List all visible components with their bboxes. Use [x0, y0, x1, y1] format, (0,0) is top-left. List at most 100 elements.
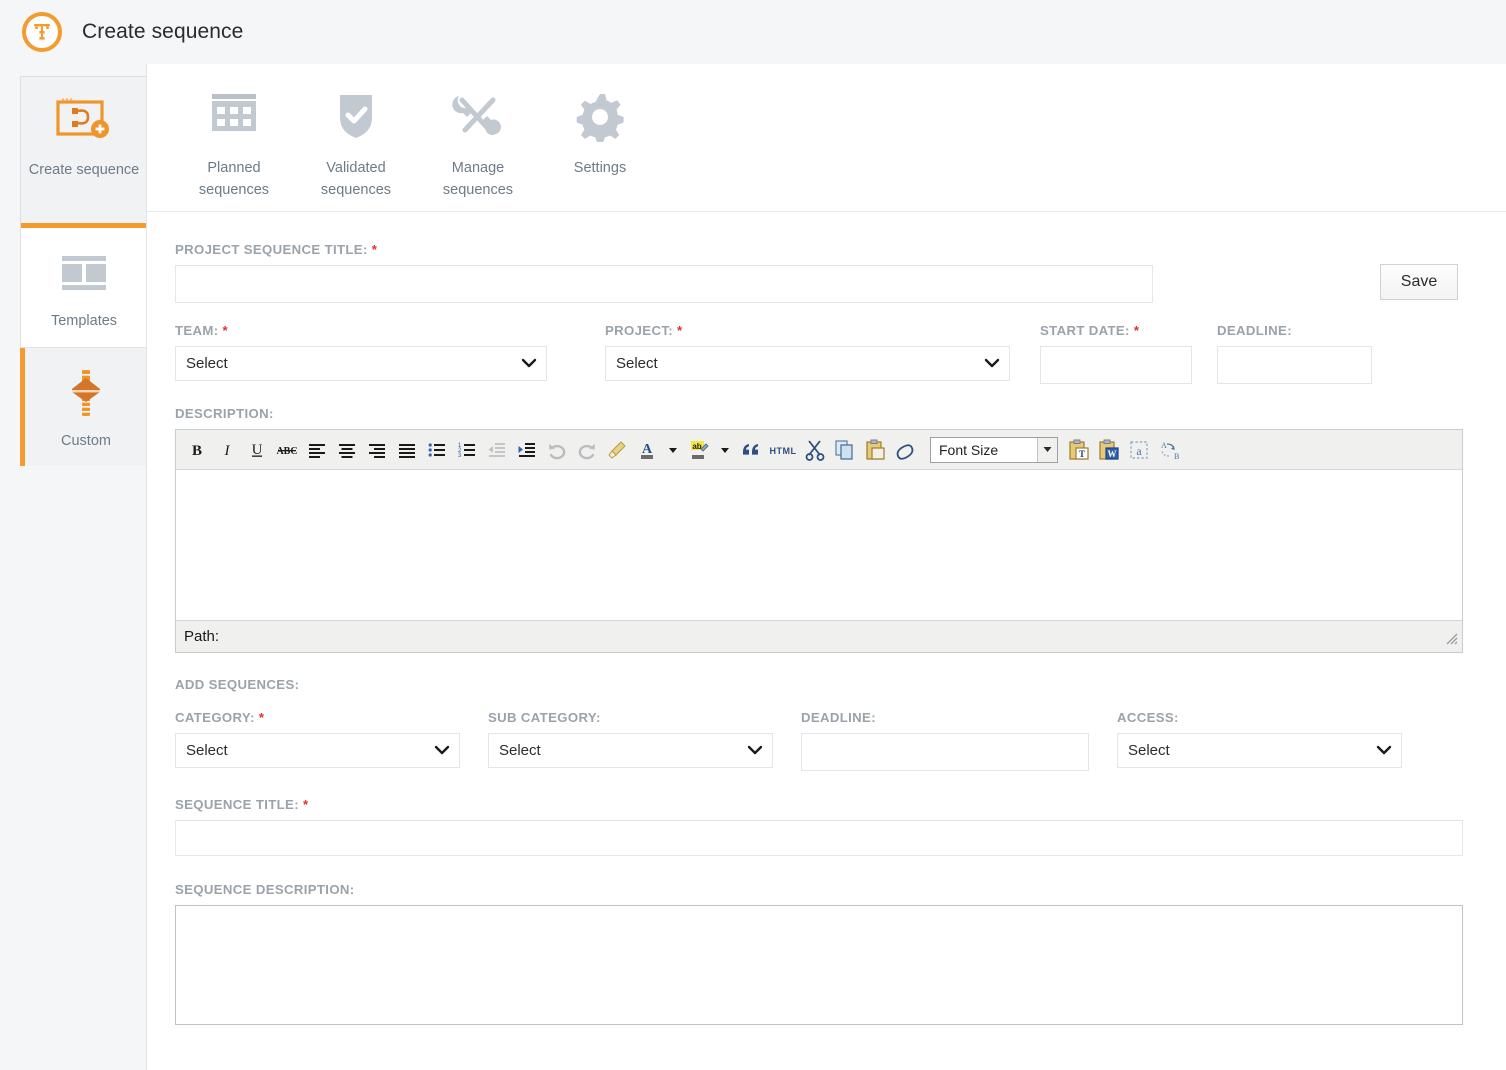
- create-sequence-form: PROJECT SEQUENCE TITLE: * Save TEAM: *: [147, 212, 1506, 1030]
- bold-icon[interactable]: B: [182, 435, 212, 465]
- italic-icon[interactable]: I: [212, 435, 242, 465]
- font-size-select[interactable]: Font Size: [930, 437, 1058, 463]
- clear-formatting-broom-icon[interactable]: [602, 435, 632, 465]
- rich-text-editor: B I U ABC: [175, 429, 1463, 653]
- toolbar-item-manage-sequences[interactable]: Manage sequences: [417, 86, 539, 202]
- sequence-description-textarea[interactable]: [175, 905, 1463, 1025]
- label-text: PROJECT SEQUENCE TITLE:: [175, 242, 368, 257]
- resize-grip-icon[interactable]: [1443, 630, 1459, 650]
- text-color-dropdown-icon[interactable]: [662, 435, 684, 465]
- label-text: SEQUENCE TITLE:: [175, 797, 299, 812]
- start-date-input[interactable]: [1040, 346, 1192, 384]
- svg-text:ABC: ABC: [276, 446, 297, 457]
- sidebar-item-label: Create sequence: [23, 159, 145, 193]
- toolbar-item-settings[interactable]: Settings: [539, 86, 661, 180]
- underline-icon[interactable]: U: [242, 435, 272, 465]
- redo-icon[interactable]: [572, 435, 602, 465]
- outdent-icon[interactable]: [482, 435, 512, 465]
- paste-as-text-icon[interactable]: T: [1064, 435, 1094, 465]
- sidebar-item-custom[interactable]: Custom: [20, 348, 147, 466]
- page-body: Create sequence Templates: [0, 64, 1506, 1070]
- category-label: CATEGORY: *: [175, 710, 460, 725]
- project-sequence-title-input[interactable]: [175, 265, 1153, 303]
- deadline-label: DEADLINE:: [1217, 323, 1372, 338]
- numbered-list-icon[interactable]: 123: [452, 435, 482, 465]
- align-left-icon[interactable]: [302, 435, 332, 465]
- calendar-grid-icon: [204, 86, 264, 146]
- editor-path-label: Path:: [184, 628, 219, 645]
- text-color-icon[interactable]: A: [632, 435, 662, 465]
- paste-from-word-icon[interactable]: W: [1094, 435, 1124, 465]
- find-icon[interactable]: a: [1124, 435, 1154, 465]
- svg-text:HTML: HTML: [770, 446, 797, 456]
- align-right-icon[interactable]: [362, 435, 392, 465]
- align-justify-icon[interactable]: [392, 435, 422, 465]
- toolbar-item-planned-sequences[interactable]: Planned sequences: [173, 86, 295, 202]
- svg-text:ab: ab: [692, 442, 701, 451]
- add-sequences-label: ADD SEQUENCES:: [175, 677, 1464, 692]
- label-text: PROJECT:: [605, 323, 673, 338]
- sidebar-item-templates[interactable]: Templates: [21, 228, 147, 348]
- editor-content-area[interactable]: [176, 470, 1462, 620]
- sequence-title-label: SEQUENCE TITLE: *: [175, 797, 1464, 812]
- svg-text:B: B: [1174, 452, 1179, 461]
- svg-text:A: A: [642, 442, 653, 457]
- custom-tool-icon: [49, 362, 123, 424]
- svg-text:W: W: [1108, 449, 1117, 459]
- replace-icon[interactable]: AB: [1154, 435, 1184, 465]
- strikethrough-icon[interactable]: ABC: [272, 435, 302, 465]
- sidebar: Create sequence Templates: [20, 76, 146, 466]
- access-label: ACCESS:: [1117, 710, 1402, 725]
- project-label: PROJECT: *: [605, 323, 1010, 338]
- toolbar-item-label: Settings: [574, 158, 626, 180]
- top-toolbar: Planned sequences Validated sequences: [147, 64, 1506, 212]
- svg-text:T: T: [1079, 449, 1085, 459]
- blockquote-icon[interactable]: [736, 435, 766, 465]
- paste-icon[interactable]: [860, 435, 890, 465]
- project-select[interactable]: Select: [605, 346, 1010, 381]
- editor-status-bar: Path:: [176, 620, 1462, 652]
- start-date-label: START DATE: *: [1040, 323, 1192, 338]
- font-size-value: Font Size: [931, 438, 1037, 462]
- deadline-input[interactable]: [1217, 346, 1372, 384]
- svg-text:I: I: [224, 443, 231, 459]
- chevron-down-icon[interactable]: [1037, 438, 1057, 462]
- cut-scissors-icon[interactable]: [800, 435, 830, 465]
- save-button[interactable]: Save: [1380, 264, 1458, 300]
- indent-icon[interactable]: [512, 435, 542, 465]
- sequence-node-logo-icon: [22, 12, 62, 52]
- team-label: TEAM: *: [175, 323, 547, 338]
- sidebar-item-create-sequence[interactable]: Create sequence: [21, 76, 147, 228]
- main-panel: Planned sequences Validated sequences: [146, 64, 1506, 1070]
- required-marker: *: [677, 323, 682, 338]
- highlight-color-dropdown-icon[interactable]: [714, 435, 736, 465]
- undo-icon[interactable]: [542, 435, 572, 465]
- sub-category-select[interactable]: Select: [488, 733, 773, 768]
- svg-text:3: 3: [458, 453, 462, 459]
- svg-text:A: A: [1161, 441, 1167, 450]
- svg-text:a: a: [1136, 444, 1142, 458]
- access-select[interactable]: Select: [1117, 733, 1402, 768]
- toolbar-item-label: Validated sequences: [295, 158, 417, 202]
- toolbar-item-validated-sequences[interactable]: Validated sequences: [295, 86, 417, 202]
- team-select[interactable]: Select: [175, 346, 547, 381]
- sidebar-item-label: Templates: [45, 310, 123, 344]
- required-marker: *: [1134, 323, 1139, 338]
- description-label: DESCRIPTION:: [175, 406, 1464, 421]
- shield-check-icon: [326, 86, 386, 146]
- sequence-description-label: SEQUENCE DESCRIPTION:: [175, 882, 1464, 897]
- gear-icon: [570, 86, 630, 146]
- copy-icon[interactable]: [830, 435, 860, 465]
- project-sequence-title-label: PROJECT SEQUENCE TITLE: *: [175, 242, 1153, 257]
- wrench-screwdriver-icon: [448, 86, 508, 146]
- sequence-deadline-input[interactable]: [801, 733, 1089, 771]
- align-center-icon[interactable]: [332, 435, 362, 465]
- category-select[interactable]: Select: [175, 733, 460, 768]
- bullet-list-icon[interactable]: [422, 435, 452, 465]
- required-marker: *: [223, 323, 228, 338]
- eraser-icon[interactable]: [890, 435, 920, 465]
- highlight-color-icon[interactable]: ab: [684, 435, 714, 465]
- sequence-title-input[interactable]: [175, 820, 1463, 856]
- templates-layout-icon: [47, 242, 121, 304]
- html-source-icon[interactable]: HTML: [766, 435, 800, 465]
